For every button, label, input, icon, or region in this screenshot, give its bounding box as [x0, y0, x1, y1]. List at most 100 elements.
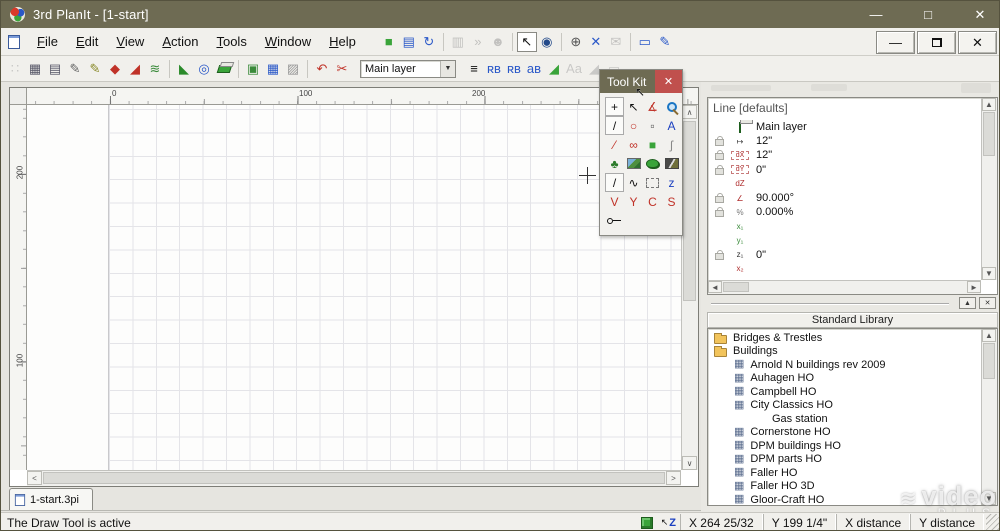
solid-tool[interactable] — [643, 154, 662, 173]
splitter-handle[interactable] — [711, 303, 949, 305]
window-maximize-button[interactable]: □ — [919, 7, 937, 22]
vertical-scroll-thumb[interactable] — [683, 121, 696, 301]
panel-close-button[interactable]: ✕ — [979, 297, 996, 309]
tree-tool[interactable]: ♣ — [605, 154, 624, 173]
library-item[interactable]: ▦ DPM parts HO — [710, 453, 980, 467]
scroll-up-icon[interactable]: ▲ — [982, 98, 996, 111]
scroll-down-icon[interactable]: ∨ — [682, 456, 697, 470]
scroll-up-icon[interactable]: ∧ — [682, 105, 697, 119]
panel-collapse-button[interactable]: ▲ — [959, 297, 976, 309]
engineer-icon[interactable]: ☻ — [488, 32, 508, 52]
properties-horizontal-scrollbar[interactable]: ◄ ► — [708, 280, 981, 294]
scroll-up-icon[interactable]: ▲ — [982, 329, 996, 342]
line-tool[interactable]: / — [605, 116, 624, 135]
add-object-icon[interactable]: ⊕ — [566, 32, 586, 52]
scroll-down-icon[interactable]: ▼ — [982, 267, 996, 280]
menu-file[interactable]: File — [28, 31, 67, 52]
library-vertical-scrollbar[interactable]: ▲ ▼ — [981, 329, 997, 505]
globe-search-icon[interactable]: ◎ — [194, 59, 214, 79]
text-tool[interactable]: A — [662, 116, 681, 135]
grade-icon[interactable]: ◢ — [125, 59, 145, 79]
library-item[interactable]: Buildings — [710, 345, 980, 359]
grade-up-icon[interactable]: ◢ — [544, 59, 564, 79]
cut-icon[interactable]: ✂ — [332, 59, 352, 79]
circle-tool[interactable]: ○ — [624, 116, 643, 135]
select-tool[interactable]: ↖ — [624, 97, 643, 116]
menu-action[interactable]: Action — [153, 31, 207, 52]
scroll-left-icon[interactable]: < — [27, 471, 42, 485]
image-object-icon[interactable]: ▣ — [243, 59, 263, 79]
connect-tool[interactable] — [605, 211, 624, 230]
mdi-close-button[interactable]: ✕ — [958, 31, 997, 54]
library-item[interactable]: ▦ Faller HO 3D — [710, 480, 980, 494]
inspect-icon[interactable]: ◉ — [537, 32, 557, 52]
undo-curve-icon[interactable]: ↶ — [312, 59, 332, 79]
library-item[interactable]: ▦ Arnold N buildings rev 2009 — [710, 358, 980, 372]
snap-grid-icon[interactable]: ∷ — [5, 59, 25, 79]
library-item[interactable]: ▦ DPM buildings HO — [710, 439, 980, 453]
menu-view[interactable]: View — [107, 31, 153, 52]
resize-grip[interactable] — [986, 513, 999, 530]
grid-icon[interactable]: ▦ — [25, 59, 45, 79]
vertical-scroll-thumb[interactable] — [983, 112, 995, 156]
library-item[interactable]: ▦ Faller HO — [710, 466, 980, 480]
straight-track-tool[interactable]: / — [605, 173, 624, 192]
properties-vertical-scrollbar[interactable]: ▲ ▼ — [981, 98, 997, 280]
view-3d-icon[interactable]: ■ — [379, 32, 399, 52]
library-item[interactable]: ▦ Campbell HO — [710, 385, 980, 399]
line-style-icon[interactable]: ≡ — [464, 59, 484, 79]
library-item[interactable]: Bridges & Trestles — [710, 331, 980, 345]
contour-icon[interactable]: ≋ — [145, 59, 165, 79]
scroll-right-icon[interactable]: > — [666, 471, 681, 485]
label-rb1-icon[interactable]: ʀʙ — [484, 59, 504, 79]
track-grid-icon[interactable]: ▤ — [45, 59, 65, 79]
curve-tool[interactable]: C — [643, 192, 662, 211]
toolkit-close-button[interactable]: ✕ — [655, 70, 682, 93]
draw-curve-icon[interactable]: ✎ — [85, 59, 105, 79]
properties-window-icon[interactable]: ▭ — [635, 32, 655, 52]
scroll-right-icon[interactable]: ► — [967, 281, 981, 293]
library-item[interactable]: ▦ Gloor-Craft HO — [710, 493, 980, 505]
drawing-canvas[interactable] — [27, 105, 681, 470]
run-train-icon[interactable]: ▥ — [448, 32, 468, 52]
scroll-left-icon[interactable]: ◄ — [708, 281, 722, 293]
spreadsheet-icon[interactable]: ▦ — [263, 59, 283, 79]
rectangle-tool[interactable]: ▫ — [643, 116, 662, 135]
movie-icon[interactable]: ✕ — [586, 32, 606, 52]
library-item[interactable]: Gas station — [710, 412, 980, 426]
helix-tool[interactable]: ∞ — [624, 135, 643, 154]
library-item[interactable]: ▦ Cornerstone HO — [710, 426, 980, 440]
menu-help[interactable]: Help — [320, 31, 365, 52]
draw-line-icon[interactable]: ✎ — [65, 59, 85, 79]
crosshair-tool[interactable]: + — [605, 97, 624, 116]
menu-window[interactable]: Window — [256, 31, 320, 52]
font-size-icon[interactable]: Aa — [564, 59, 584, 79]
layer-select[interactable]: Main layer ▼ — [360, 59, 456, 78]
texture-icon[interactable]: ▤ — [399, 32, 419, 52]
horizontal-scroll-thumb[interactable] — [723, 282, 749, 292]
library-header-button[interactable]: Standard Library — [707, 312, 998, 328]
edit-list-icon[interactable]: ✎ — [655, 32, 675, 52]
track-point-tool[interactable]: ∡ — [643, 97, 662, 116]
flex-track-tool[interactable]: ∿ — [624, 173, 643, 192]
refresh-icon[interactable]: ↻ — [419, 32, 439, 52]
branch-tool[interactable]: Y — [624, 192, 643, 211]
label-rb2-icon[interactable]: ʀʙ — [504, 59, 524, 79]
terrain-tool[interactable] — [624, 154, 643, 173]
mdi-minimize-button[interactable]: — — [876, 31, 915, 54]
freeform-tool[interactable]: ʃ — [662, 135, 681, 154]
join-tool[interactable]: V — [605, 192, 624, 211]
cad-flag-icon[interactable]: ◣ — [174, 59, 194, 79]
horizontal-scroll-thumb[interactable] — [43, 472, 665, 484]
library-item[interactable]: ▦ Auhagen HO — [710, 372, 980, 386]
canvas-vertical-scrollbar[interactable]: ∧ ∨ — [681, 105, 698, 470]
label-arb-icon[interactable]: aʙ — [524, 59, 544, 79]
chevron-down-icon[interactable]: ▼ — [440, 60, 455, 77]
menu-edit[interactable]: Edit — [67, 31, 107, 52]
mdi-restore-button[interactable] — [917, 31, 956, 54]
window-minimize-button[interactable]: — — [867, 7, 885, 22]
train-icon[interactable]: » — [468, 32, 488, 52]
vertical-scroll-thumb[interactable] — [983, 343, 995, 379]
roadbed-tool[interactable] — [662, 154, 681, 173]
pin-icon[interactable]: ◆ — [105, 59, 125, 79]
